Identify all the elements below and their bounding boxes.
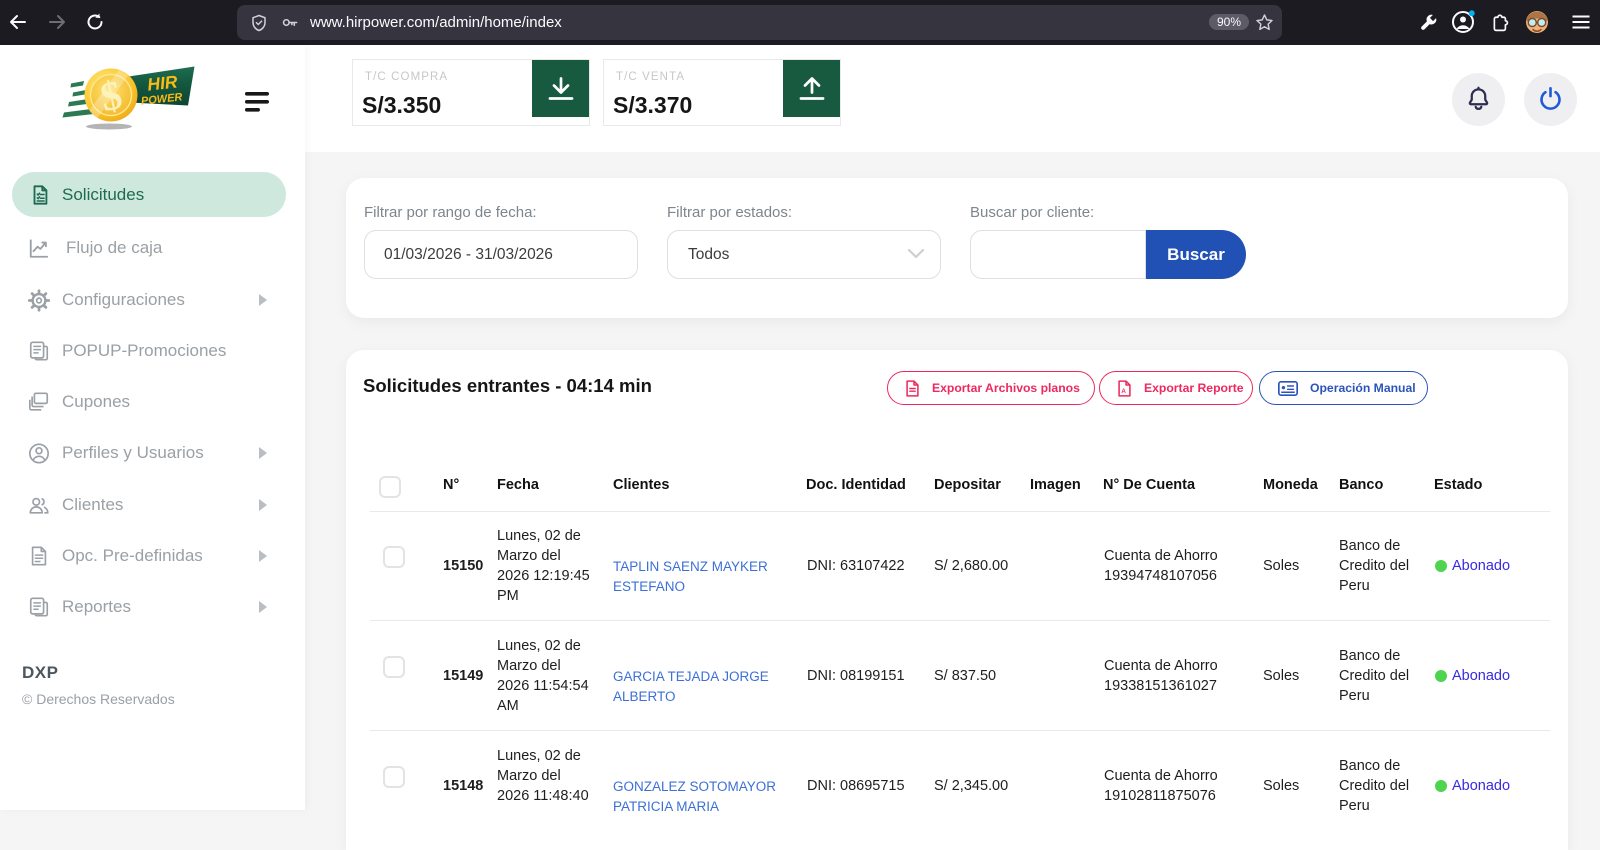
- svg-text:HIR: HIR: [146, 71, 178, 94]
- svg-text:A: A: [1121, 388, 1126, 395]
